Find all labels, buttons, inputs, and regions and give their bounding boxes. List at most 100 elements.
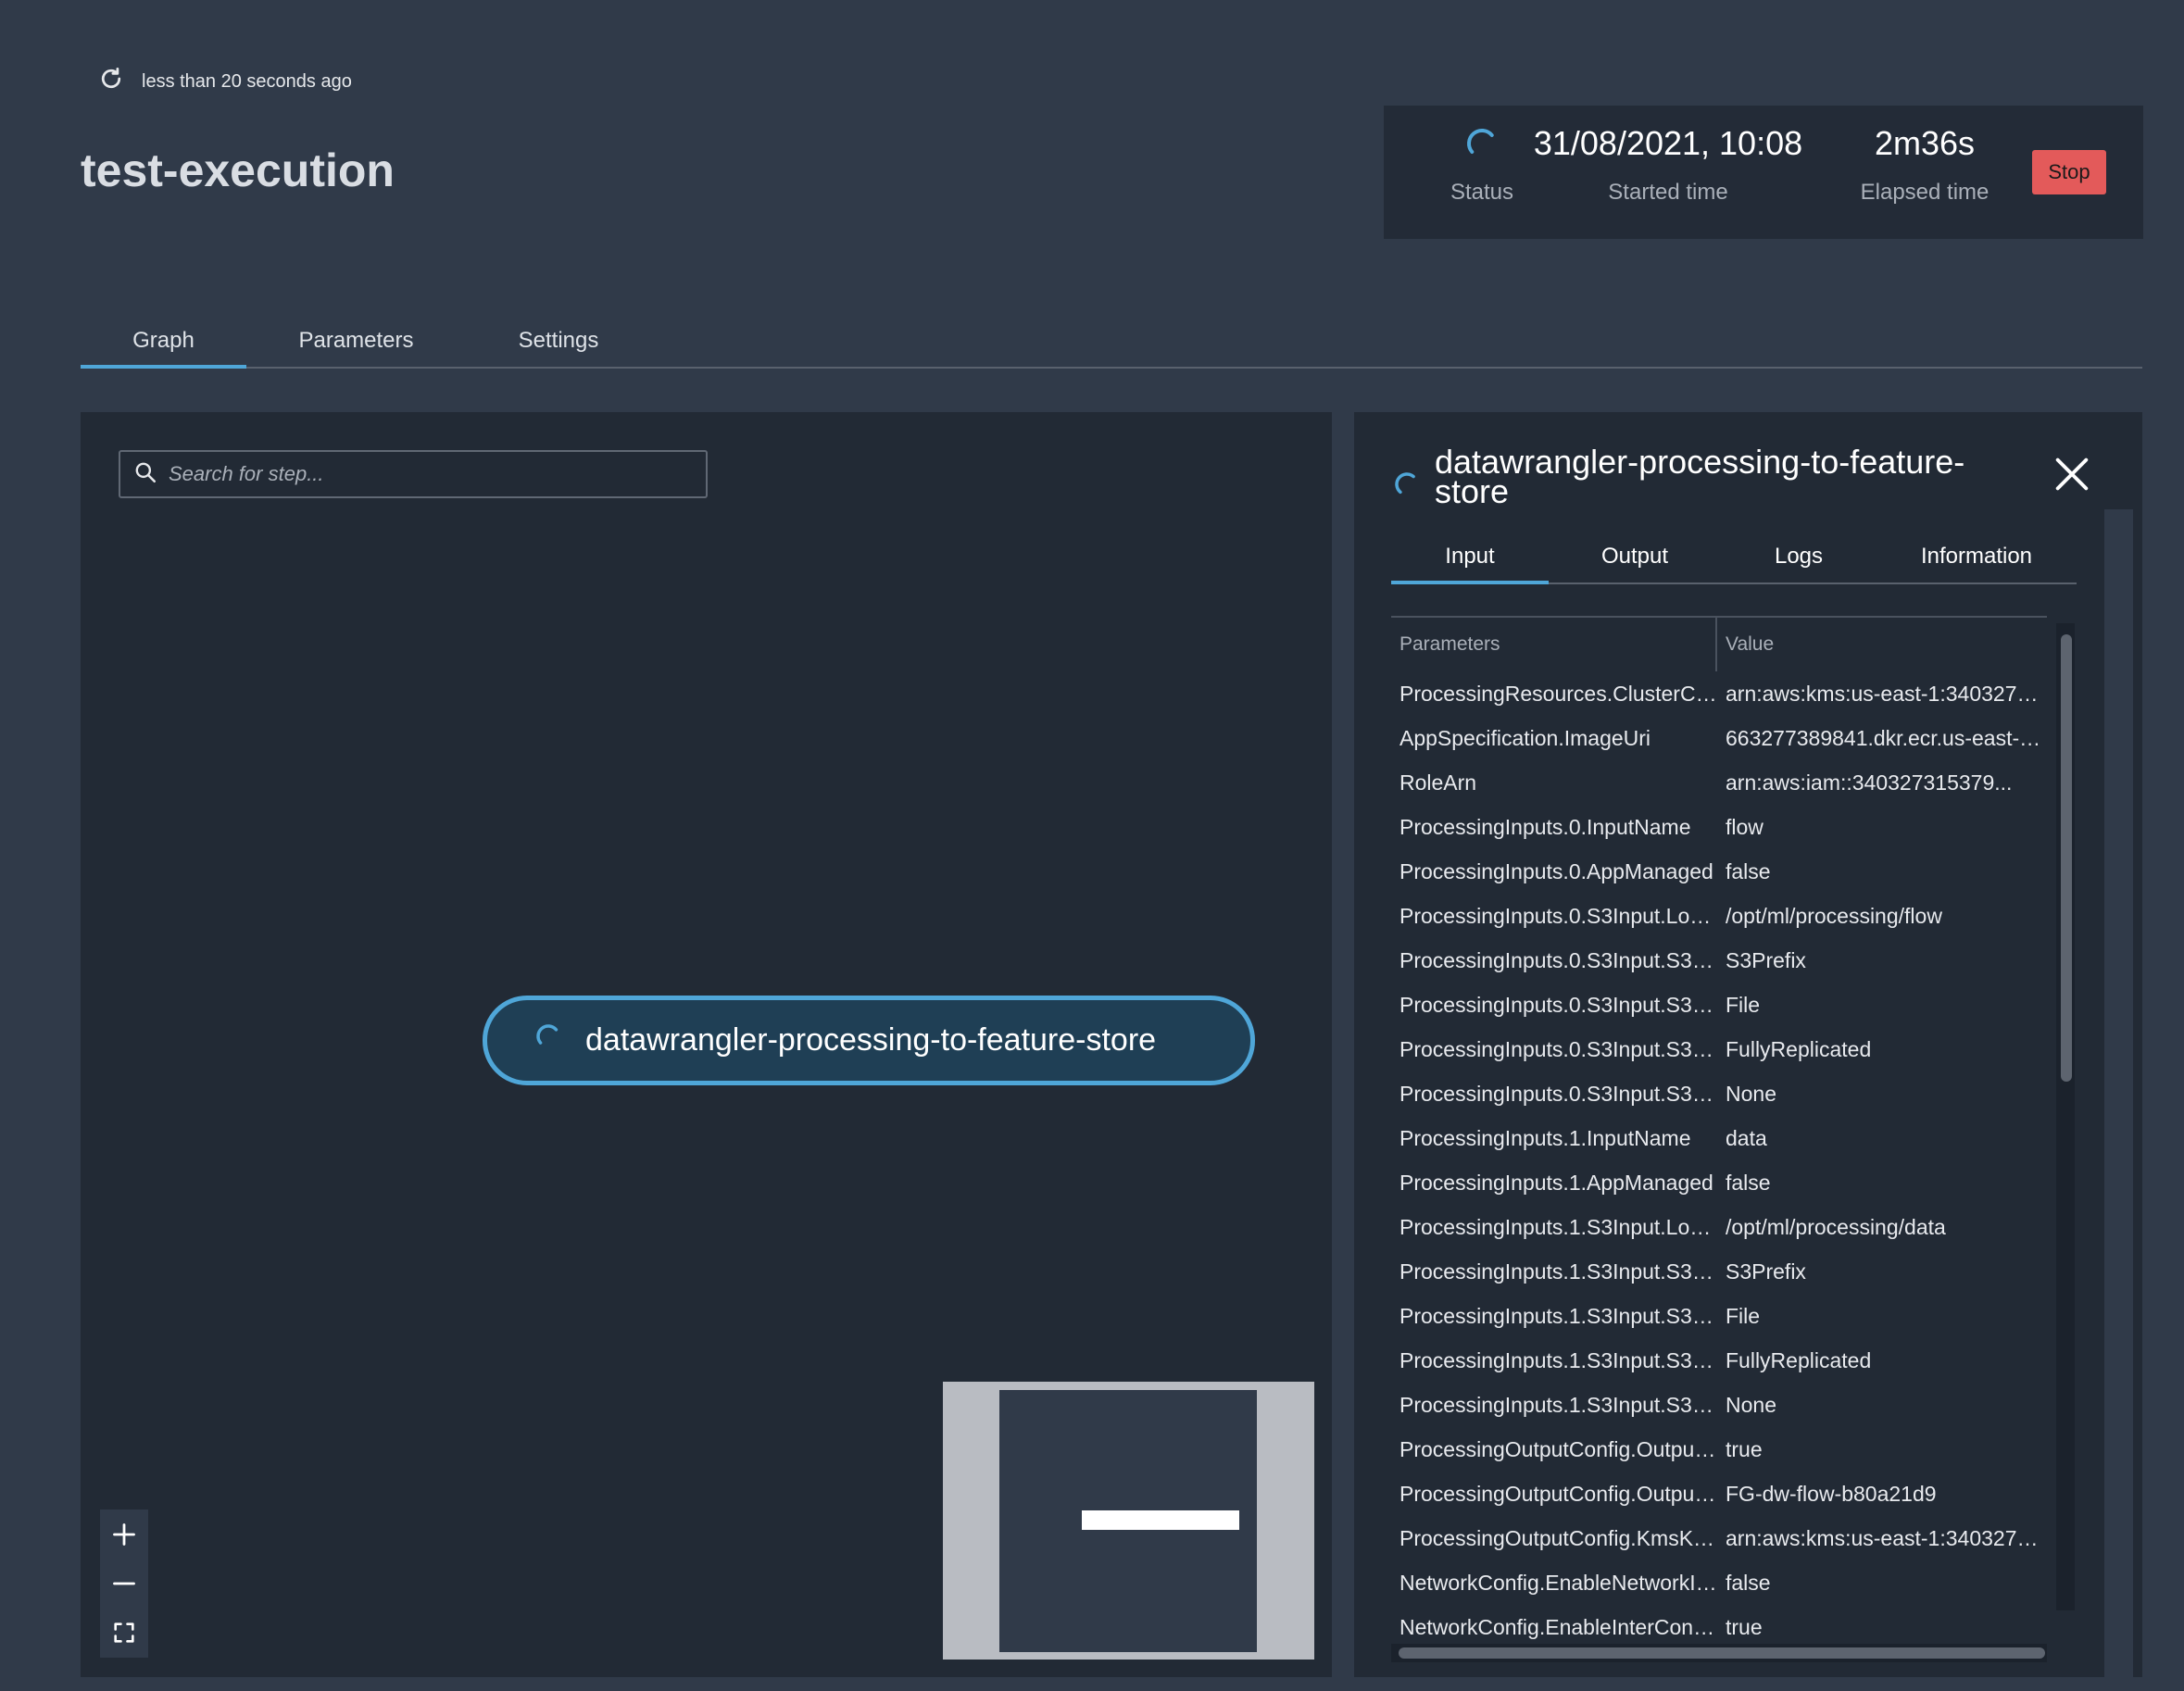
parameter-name-cell: RoleArn [1400,770,1477,795]
column-header-value[interactable]: Value [1717,618,2047,671]
vertical-scrollbar-thumb[interactable] [2061,634,2072,1082]
step-node-label: datawrangler-processing-to-feature-store [585,1022,1157,1058]
parameter-name-cell: ProcessingInputs.1.AppManaged [1400,1170,1713,1195]
table-row[interactable]: RoleArn arn:aws:iam::340327315379... [1391,760,2047,805]
table-row[interactable]: ProcessingInputs.0.S3Input.S3InputMode Fi… [1391,983,2047,1027]
table-row[interactable]: ProcessingOutputConfig.KmsKeyId arn:aws:k… [1391,1516,2047,1560]
stop-button[interactable]: Stop [2032,150,2106,194]
parameter-name-cell: ProcessingInputs.0.S3Input.S3InputMode [1400,992,1717,1017]
table-row[interactable]: ProcessingInputs.0.S3Input.S3Compression… [1391,1071,2047,1116]
zoom-in-icon [113,1522,135,1546]
parameter-name-cell: ProcessingOutputConfig.Outputs.0.Feature… [1400,1481,1717,1506]
zoom-controls [100,1509,148,1658]
parameter-value-cell: arn:aws:kms:us-east-1:340327315379... [1726,681,2047,706]
parameter-name-cell: ProcessingOutputConfig.Outputs.0.AppMana… [1400,1436,1717,1461]
table-row[interactable]: ProcessingInputs.1.S3Input.LocalPath/opt… [1391,1205,2047,1249]
parameter-name-cell: NetworkConfig.EnableInterContainerTraffi… [1400,1614,1717,1639]
close-icon [2055,457,2089,491]
table-row[interactable]: ProcessingInputs.0.InputName flow [1391,805,2047,849]
tab-output[interactable]: Output [1549,531,1721,582]
parameter-name-cell: NetworkConfig.EnableNetworkIsolation [1400,1570,1717,1595]
graph-minimap[interactable] [943,1382,1314,1660]
refresh-indicator[interactable]: less than 20 seconds ago [97,65,352,98]
close-details-button[interactable] [2051,453,2093,495]
table-row[interactable]: ProcessingOutputConfig.Outputs.0.AppMana… [1391,1427,2047,1472]
table-row[interactable]: ProcessingInputs.1.S3Input.S3DataType S3P… [1391,1249,2047,1294]
spinner-icon [1462,120,1502,167]
parameter-value-cell: S3Prefix [1726,947,1806,972]
horizontal-scrollbar-thumb[interactable] [1399,1647,2045,1659]
status-label: Status [1450,180,1514,205]
table-row[interactable]: ProcessingInputs.0.S3Input.S3DataType S3P… [1391,938,2047,983]
table-row[interactable]: ProcessingInputs.1.S3Input.S3InputMode Fi… [1391,1294,2047,1338]
step-search-box[interactable] [119,450,708,498]
parameter-value-cell: 663277389841.dkr.ecr.us-east-1... [1726,725,2047,750]
step-detail-tabs: Input Output Logs Information [1391,531,2077,584]
tab-settings[interactable]: Settings [466,315,651,367]
status-stat: Status [1426,120,1538,206]
zoom-out-icon [113,1582,135,1585]
fit-view-button[interactable] [106,1612,143,1653]
parameter-name-cell: ProcessingInputs.0.S3Input.LocalPath [1400,903,1717,928]
parameter-value-cell: arn:aws:iam::340327315379... [1726,770,2013,795]
parameter-name-cell: ProcessingInputs.0.S3Input.S3Compression… [1400,1081,1717,1106]
tab-graph[interactable]: Graph [81,315,246,369]
parameter-value-cell: S3Prefix [1726,1259,1806,1284]
table-row[interactable]: ProcessingInputs.0.S3Input.S3DataDistrib… [1391,1027,2047,1071]
spinner-icon [532,1020,565,1061]
zoom-out-button[interactable] [106,1563,143,1604]
parameter-name-cell: ProcessingInputs.0.AppManaged [1400,858,1713,883]
parameter-value-cell: None [1726,1392,1776,1417]
search-icon [133,460,157,489]
parameter-value-cell: true [1726,1614,1763,1639]
elapsed-time-stat: 2m36s Elapsed time [1843,120,2006,206]
table-row[interactable]: ProcessingInputs.1.InputName data [1391,1116,2047,1160]
spinner-icon [1390,447,1424,506]
vertical-scrollbar[interactable] [2056,623,2075,1610]
step-details-title: datawrangler-processing-to-feature-store [1435,443,1965,510]
tab-input[interactable]: Input [1391,531,1549,584]
tab-parameters[interactable]: Parameters [246,315,466,367]
horizontal-scrollbar[interactable] [1391,1644,2047,1662]
parameter-name-cell: ProcessingResources.ClusterConfig.Volume… [1400,681,1717,706]
parameter-value-cell: None [1726,1081,1776,1106]
parameter-value-cell: /opt/ml/processing/flow [1726,903,1942,928]
tab-information[interactable]: Information [1876,531,2077,582]
table-row[interactable]: ProcessingInputs.0.AppManaged false [1391,849,2047,894]
parameter-value-cell: File [1726,1303,1761,1328]
step-details-header: datawrangler-processing-to-feature-store [1390,443,2009,510]
graph-panel: datawrangler-processing-to-feature-store [81,412,1332,1677]
parameter-value-cell: /opt/ml/processing/data [1726,1214,1946,1239]
elapsed-time-label: Elapsed time [1860,180,1989,205]
parameter-value-cell: FG-dw-flow-b80a21d9 [1726,1481,1937,1506]
table-row[interactable]: ProcessingInputs.1.AppManaged false [1391,1160,2047,1205]
parameter-value-cell: FullyReplicated [1726,1347,1872,1372]
parameter-value-cell: false [1726,858,1771,883]
step-details-panel: datawrangler-processing-to-feature-store… [1354,412,2142,1677]
refresh-time-text: less than 20 seconds ago [142,70,352,92]
table-row[interactable]: NetworkConfig.EnableInterContainerTraffi… [1391,1605,2047,1649]
page-title: test-execution [81,144,395,196]
minimap-step-node [1082,1510,1239,1530]
parameter-name-cell: AppSpecification.ImageUri [1400,725,1651,750]
refresh-icon[interactable] [97,65,125,98]
table-row[interactable]: ProcessingInputs.1.S3Input.S3DataDistrib… [1391,1338,2047,1383]
table-row[interactable]: ProcessingOutputConfig.Outputs.0.Feature… [1391,1472,2047,1516]
parameter-value-cell: FullyReplicated [1726,1036,1872,1061]
zoom-in-button[interactable] [106,1514,143,1555]
column-header-parameters[interactable]: Parameters [1391,618,1717,671]
parameter-name-cell: ProcessingInputs.1.S3Input.S3DataType [1400,1259,1717,1284]
tab-logs[interactable]: Logs [1721,531,1876,582]
table-row[interactable]: ProcessingInputs.1.S3Input.S3Compression… [1391,1383,2047,1427]
parameter-name-cell: ProcessingInputs.1.InputName [1400,1125,1691,1150]
table-body: ProcessingResources.ClusterConfig.Volume… [1391,671,2047,1649]
parameter-value-cell: File [1726,992,1761,1017]
table-row[interactable]: AppSpecification.ImageUri 663277389841.dk… [1391,716,2047,760]
parameter-value-cell: flow [1726,814,1764,839]
pipeline-step-node[interactable]: datawrangler-processing-to-feature-store [483,996,1255,1085]
table-row[interactable]: ProcessingResources.ClusterConfig.Volume… [1391,671,2047,716]
table-row[interactable]: NetworkConfig.EnableNetworkIsolation fals… [1391,1560,2047,1605]
step-search-input[interactable] [169,462,687,486]
table-row[interactable]: ProcessingInputs.0.S3Input.LocalPath/opt… [1391,894,2047,938]
parameter-value-cell: arn:aws:kms:us-east-1:340327315379... [1726,1525,2047,1550]
